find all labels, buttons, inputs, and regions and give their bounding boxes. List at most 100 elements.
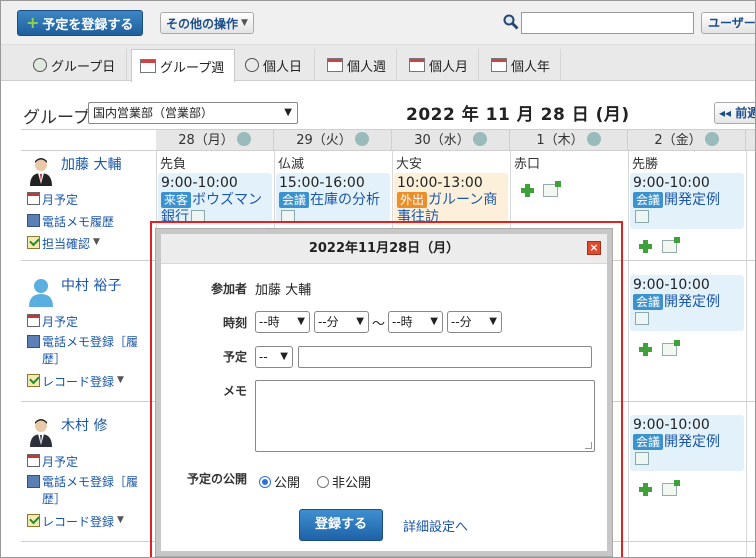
- day-header[interactable]: 28（月）: [156, 129, 274, 151]
- event-title: ボウズマン: [192, 192, 263, 208]
- grid-corner: [21, 129, 156, 151]
- event-time: 10:00-13:00: [397, 175, 483, 191]
- record-link[interactable]: レコード登録 ▼: [27, 373, 124, 390]
- tab-personal-day[interactable]: 個人日: [237, 49, 315, 81]
- event-time: 9:00-10:00: [633, 175, 710, 191]
- tab-personal-year[interactable]: 個人年: [483, 49, 561, 81]
- add-user-icon[interactable]: [586, 132, 601, 146]
- group-week-icon: [140, 59, 156, 73]
- add-memo-icon[interactable]: [543, 181, 561, 197]
- calendar-icon: [27, 454, 40, 467]
- event-card[interactable]: 15:00-16:00 会議 在庫の分析: [276, 173, 390, 225]
- add-memo-icon[interactable]: [662, 480, 680, 496]
- day-header: [746, 129, 755, 151]
- add-event-icon[interactable]: [639, 483, 652, 496]
- add-user-icon[interactable]: [236, 132, 251, 146]
- day-header[interactable]: 1（木）: [510, 129, 628, 151]
- day-label: 28（月）: [178, 133, 234, 148]
- add-user-icon[interactable]: [472, 132, 487, 146]
- select-value: --分: [318, 315, 339, 329]
- phone-memo-link[interactable]: 電話メモ登録［履歴］: [27, 334, 145, 368]
- detail-settings-link[interactable]: 詳細設定へ: [403, 516, 468, 535]
- plan-title-input[interactable]: [298, 346, 592, 368]
- chevron-down-icon: ▼: [356, 316, 364, 327]
- add-user-icon[interactable]: [354, 132, 369, 146]
- phone-memo-link[interactable]: 電話メモ履歴: [27, 213, 114, 230]
- plan-type-select[interactable]: -- ▼: [255, 346, 293, 368]
- event-title: 開発定例: [664, 294, 721, 310]
- day-header[interactable]: 30（水）: [392, 129, 510, 151]
- user-name[interactable]: 中村 裕子: [61, 275, 121, 295]
- close-icon[interactable]: ×: [587, 241, 601, 255]
- memo-icon: [27, 214, 40, 227]
- event-tag: 来客: [161, 192, 192, 208]
- register-button[interactable]: 登録する: [299, 509, 383, 541]
- user-cell: 中村 裕子 月予定 電話メモ登録［履歴］ レコード登録 ▼: [25, 275, 150, 395]
- select-value: --時: [259, 315, 280, 329]
- add-memo-icon[interactable]: [662, 340, 680, 356]
- monthly-schedule-link[interactable]: 月予定: [27, 191, 78, 208]
- day-label: 30（水）: [414, 133, 470, 148]
- user-name[interactable]: 加藤 大輔: [61, 154, 121, 174]
- event-card[interactable]: 9:00-10:00 会議 開発定例: [630, 275, 744, 331]
- calendar-week-icon: [327, 58, 343, 72]
- public-radio[interactable]: 公開: [259, 472, 300, 491]
- day-header[interactable]: 2（金）: [628, 129, 746, 151]
- end-minute-select[interactable]: --分 ▼: [447, 311, 502, 333]
- start-minute-select[interactable]: --分 ▼: [314, 311, 369, 333]
- add-event-icon[interactable]: [639, 343, 652, 356]
- chevron-down-icon: ▼: [93, 237, 100, 247]
- tab-group-day[interactable]: グループ日: [25, 49, 127, 81]
- event-tag: 会議: [633, 192, 664, 208]
- event-title: 開発定例: [664, 192, 721, 208]
- tab-personal-week[interactable]: 個人週: [319, 49, 397, 81]
- add-memo-icon[interactable]: [662, 237, 680, 253]
- search-icon[interactable]: [503, 14, 519, 30]
- chevron-down-icon: ▼: [489, 316, 497, 327]
- event-title: ガルーン商: [428, 192, 498, 208]
- event-card[interactable]: 9:00-10:00 会議 開発定例: [630, 173, 744, 229]
- start-hour-select[interactable]: --時 ▼: [255, 311, 310, 333]
- select-value: --時: [392, 315, 413, 329]
- add-schedule-button[interactable]: + 予定を登録する: [17, 10, 143, 36]
- add-event-icon[interactable]: [639, 240, 652, 253]
- tab-group-week[interactable]: グループ週: [131, 49, 235, 82]
- end-hour-select[interactable]: --時 ▼: [388, 311, 443, 333]
- event-tag: 外出: [397, 192, 428, 208]
- link-label: 月予定: [42, 193, 79, 207]
- phone-memo-link[interactable]: 電話メモ登録［履歴］: [27, 474, 145, 508]
- link-label: レコード登録: [42, 515, 115, 529]
- day-header[interactable]: 29（火）: [274, 129, 392, 151]
- radio-checked-icon: [259, 475, 271, 488]
- avatar: [30, 158, 52, 186]
- plan-label: 予定: [222, 350, 247, 364]
- user-name[interactable]: 木村 修: [61, 415, 107, 435]
- other-actions-button[interactable]: その他の操作 ▼: [160, 12, 254, 34]
- search-input[interactable]: [521, 12, 694, 34]
- tab-personal-month[interactable]: 個人月: [401, 49, 479, 81]
- user-cell: 加藤 大輔 月予定 電話メモ履歴 担当確認 ▼: [25, 154, 150, 259]
- event-card[interactable]: 9:00-10:00 会議 開発定例: [630, 415, 744, 471]
- monthly-schedule-link[interactable]: 月予定: [27, 313, 78, 330]
- grid-line: [628, 151, 629, 557]
- event-tag: 会議: [633, 294, 664, 310]
- time-range-separator: 〜: [372, 317, 386, 332]
- group-select[interactable]: 国内営業部（営業部） ▼: [88, 102, 298, 124]
- event-time: 15:00-16:00: [279, 175, 365, 191]
- confirm-link[interactable]: 担当確認 ▼: [27, 235, 100, 252]
- repeat-icon: [635, 452, 649, 465]
- record-link[interactable]: レコード登録 ▼: [27, 513, 124, 530]
- user-search-button[interactable]: ユーザー/: [701, 12, 755, 34]
- event-card[interactable]: 10:00-13:00 外出 ガルーン商 事往訪: [394, 173, 508, 225]
- monthly-schedule-link[interactable]: 月予定: [27, 453, 78, 470]
- rokuyo: 赤口: [514, 157, 541, 172]
- event-card[interactable]: 9:00-10:00 来客 ボウズマン 銀行: [158, 173, 272, 225]
- avatar: [29, 279, 53, 307]
- add-event-icon[interactable]: [521, 184, 534, 197]
- memo-textarea[interactable]: [255, 380, 595, 452]
- add-user-icon[interactable]: [704, 132, 719, 146]
- prev-week-button[interactable]: ◂◂ 前週: [714, 102, 755, 124]
- tab-label: 個人月: [429, 59, 469, 75]
- private-radio[interactable]: 非公開: [317, 472, 371, 491]
- chevron-down-icon: ▼: [297, 316, 305, 327]
